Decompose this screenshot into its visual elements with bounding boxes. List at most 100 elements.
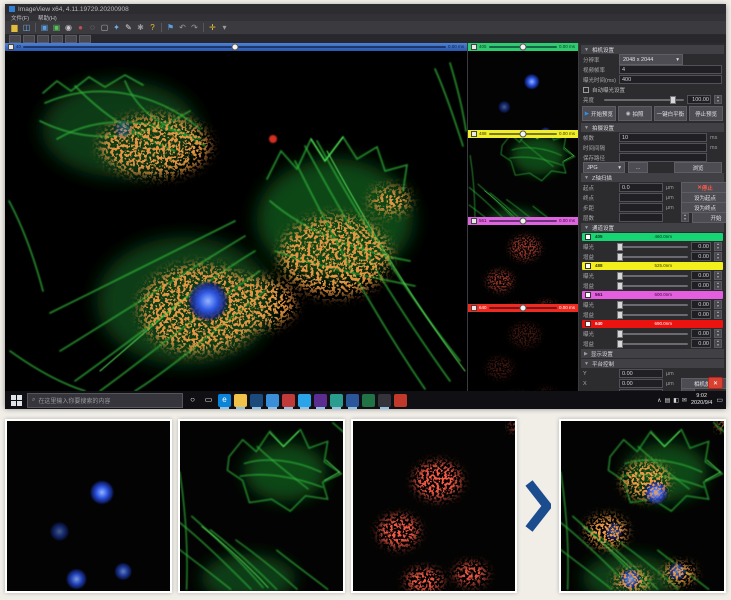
- slider-handle[interactable]: [617, 272, 623, 280]
- exposure-input[interactable]: 400: [619, 75, 722, 84]
- redo-icon[interactable]: ↷: [189, 22, 200, 33]
- channel-checkbox[interactable]: [585, 234, 591, 240]
- row-input[interactable]: [619, 213, 663, 222]
- spinner[interactable]: ▴▾: [714, 339, 722, 348]
- row-input[interactable]: 10: [619, 133, 707, 142]
- brightness-slider[interactable]: [604, 99, 684, 101]
- axis-input[interactable]: 0.00: [619, 389, 663, 391]
- view-tab-view-6[interactable]: [79, 35, 91, 43]
- channel-slider[interactable]: [619, 333, 688, 335]
- tray-icon-2[interactable]: ◧: [673, 397, 679, 404]
- slider-track[interactable]: [489, 46, 557, 48]
- cortana-icon[interactable]: ○: [186, 394, 199, 407]
- thumbnail-exposure-slider[interactable]: 4050.00 ms: [468, 43, 578, 51]
- channel-slider[interactable]: [619, 304, 688, 306]
- paint-icon[interactable]: [282, 394, 295, 407]
- section-capture[interactable]: ▼ 拍摄设置: [581, 123, 724, 132]
- image-blue-icon[interactable]: ▣: [39, 22, 50, 33]
- thumbnail-image[interactable]: [468, 225, 578, 304]
- crop-icon[interactable]: ▢: [99, 22, 110, 33]
- thumbnail-image[interactable]: [468, 312, 578, 391]
- zstack-button[interactable]: 开始: [692, 212, 726, 223]
- slider-track[interactable]: [489, 220, 557, 222]
- taskbar-search[interactable]: ⌕ 在这里输入你要搜索的内容: [27, 393, 183, 408]
- format-dropdown[interactable]: JPG ▾: [583, 162, 625, 173]
- slider-handle[interactable]: [231, 44, 238, 51]
- slider-handle[interactable]: [617, 282, 623, 290]
- channel-slider[interactable]: [619, 343, 688, 345]
- channel-bar-405[interactable]: 405460.0nm: [582, 233, 723, 241]
- save-icon[interactable]: ◫: [21, 22, 32, 33]
- slider-handle[interactable]: [617, 311, 623, 319]
- open-folder-icon[interactable]: ▆: [9, 22, 20, 33]
- spinner[interactable]: ▴▾: [714, 271, 722, 280]
- more-button[interactable]: …: [628, 162, 648, 173]
- photos-icon[interactable]: [330, 394, 343, 407]
- composite-exposure-slider[interactable]: 40 0.00 ms: [5, 43, 467, 51]
- slider-handle[interactable]: [617, 243, 623, 251]
- channel-checkbox[interactable]: [585, 292, 591, 298]
- channel-checkbox[interactable]: [471, 305, 477, 311]
- view-tab-view-4[interactable]: [51, 35, 63, 43]
- channel-checkbox[interactable]: [471, 218, 477, 224]
- channel-slider[interactable]: [619, 285, 688, 287]
- section-channels[interactable]: ▼ 通道设置: [581, 223, 724, 232]
- view-tab-view-5[interactable]: [65, 35, 77, 43]
- thumbnail-image[interactable]: [468, 138, 578, 217]
- menu-item-0[interactable]: 文件(F): [11, 14, 29, 22]
- camera-button[interactable]: ◉拍照: [618, 106, 652, 121]
- mail-icon[interactable]: [266, 394, 279, 407]
- channel-slider[interactable]: [619, 275, 688, 277]
- resolution-dropdown[interactable]: 2048 x 2044 ▾: [619, 54, 683, 65]
- channel-checkbox[interactable]: [8, 44, 14, 50]
- file-explorer-icon[interactable]: [234, 394, 247, 407]
- zoom-icon[interactable]: ◌: [87, 22, 98, 33]
- slider-handle[interactable]: [617, 253, 623, 261]
- row-input[interactable]: 0.0: [619, 183, 663, 192]
- record-icon[interactable]: ●: [75, 22, 86, 33]
- view-tab-view-2[interactable]: [23, 35, 35, 43]
- slider-handle[interactable]: [519, 131, 526, 138]
- row-input[interactable]: [619, 153, 707, 162]
- word-icon[interactable]: [346, 394, 359, 407]
- view-tab-view-1[interactable]: [9, 35, 21, 43]
- undo-icon[interactable]: ↶: [177, 22, 188, 33]
- terminal-icon[interactable]: [378, 394, 391, 407]
- visual-studio-icon[interactable]: [314, 394, 327, 407]
- spinner[interactable]: ▴▾: [714, 95, 722, 104]
- spinner[interactable]: ▴▾: [714, 242, 722, 251]
- channel-checkbox[interactable]: [585, 321, 591, 327]
- thumbnail-image[interactable]: [468, 51, 578, 130]
- section-display-collapsed[interactable]: ▶ 显示设置: [581, 349, 724, 358]
- start-button[interactable]: [8, 392, 24, 408]
- title-bar[interactable]: ImageView x64, 4.11.19729.20200908: [5, 4, 726, 14]
- section-camera[interactable]: ▼ 相机设置: [581, 45, 724, 54]
- panel-button[interactable]: 停止预览: [689, 106, 723, 121]
- spinner[interactable]: ▴▾: [714, 281, 722, 290]
- slider-handle[interactable]: [617, 330, 623, 338]
- spinner[interactable]: ▴▾: [714, 252, 722, 261]
- view-tab-view-3[interactable]: [37, 35, 49, 43]
- main-image-canvas[interactable]: [5, 51, 467, 391]
- framerate-input[interactable]: 4: [619, 65, 722, 74]
- image-green-icon[interactable]: ▣: [51, 22, 62, 33]
- thumbnail-exposure-slider[interactable]: 4880.00 ms: [468, 130, 578, 138]
- tray-icon-1[interactable]: ▤: [665, 397, 671, 404]
- code-icon[interactable]: [298, 394, 311, 407]
- snapshot-icon[interactable]: ◉: [63, 22, 74, 33]
- gear-icon[interactable]: ✱: [135, 22, 146, 33]
- channel-checkbox[interactable]: [585, 263, 591, 269]
- thumbnail-exposure-slider[interactable]: 5610.00 ms: [468, 217, 578, 225]
- thumbnail-exposure-slider[interactable]: 6400.00 ms: [468, 304, 578, 312]
- channel-bar-640[interactable]: 640690.0nm: [582, 320, 723, 328]
- slider-handle[interactable]: [519, 218, 526, 225]
- spinner[interactable]: ▴▾: [714, 310, 722, 319]
- slider-track[interactable]: [23, 46, 446, 48]
- channel-slider[interactable]: [619, 314, 688, 316]
- channel-slider[interactable]: [619, 256, 688, 258]
- browse-button[interactable]: 浏览: [674, 162, 722, 173]
- notification-icon[interactable]: ▭: [716, 396, 723, 404]
- channel-bar-561[interactable]: 561600.0nm: [582, 291, 723, 299]
- channel-bar-488[interactable]: 488525.0nm: [582, 262, 723, 270]
- section-stage[interactable]: ▼ 平台控制: [581, 359, 724, 368]
